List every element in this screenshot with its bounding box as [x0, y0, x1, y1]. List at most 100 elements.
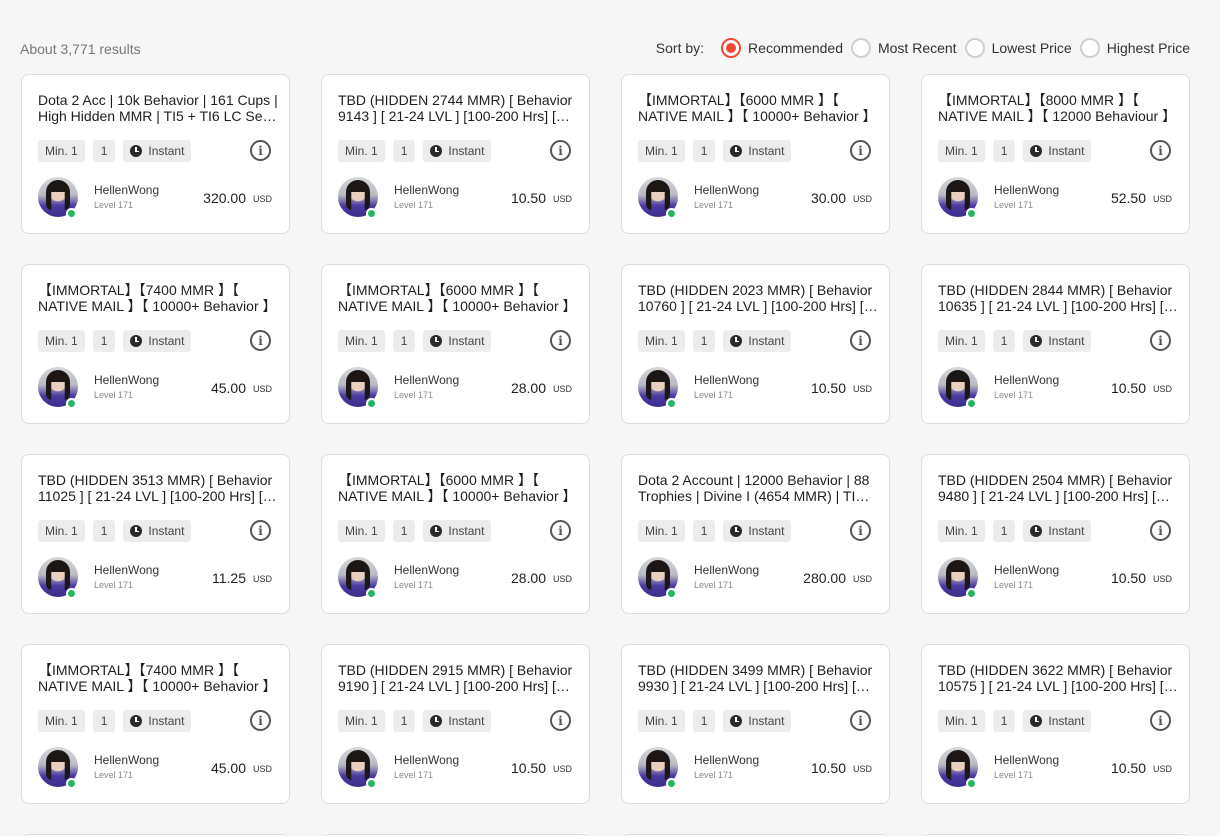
seller-name[interactable]: HellenWong — [394, 373, 459, 387]
sort-option-recommended[interactable]: Recommended — [721, 38, 843, 58]
listing-title[interactable]: 【IMMORTAL】【6000 MMR 】【 NATIVE MAIL 】【 10… — [338, 472, 578, 504]
info-icon[interactable]: i — [1150, 710, 1171, 731]
seller-name[interactable]: HellenWong — [994, 753, 1059, 767]
min-order-badge: Min. 1 — [38, 520, 85, 542]
listing-card[interactable]: TBD (HIDDEN 3513 MMR) [ Behavior 11025 ]… — [21, 454, 290, 614]
seller-level: Level 171 — [994, 770, 1034, 780]
info-icon[interactable]: i — [1150, 140, 1171, 161]
listing-card[interactable]: TBD (HIDDEN 2023 MMR) [ Behavior 10760 ]… — [621, 264, 890, 424]
seller-name[interactable]: HellenWong — [694, 373, 759, 387]
listing-title[interactable]: 【IMMORTAL】【8000 MMR 】【 NATIVE MAIL 】【 12… — [938, 92, 1178, 124]
listing-tags: Min. 1 1 Instant — [338, 330, 499, 352]
seller-name[interactable]: HellenWong — [694, 753, 759, 767]
info-icon[interactable]: i — [850, 710, 871, 731]
seller-name[interactable]: HellenWong — [94, 753, 159, 767]
seller-name[interactable]: HellenWong — [994, 563, 1059, 577]
listing-title[interactable]: TBD (HIDDEN 2915 MMR) [ Behavior 9190 ] … — [338, 662, 578, 694]
listing-title[interactable]: 【IMMORTAL】【6000 MMR 】【 NATIVE MAIL 】【 10… — [638, 92, 878, 124]
online-status-dot — [666, 208, 677, 219]
seller-name[interactable]: HellenWong — [394, 183, 459, 197]
seller-name[interactable]: HellenWong — [694, 183, 759, 197]
info-icon[interactable]: i — [550, 330, 571, 351]
listing-card[interactable]: TBD (HIDDEN 2744 MMR) [ Behavior 9143 ] … — [321, 74, 590, 234]
seller-name[interactable]: HellenWong — [694, 563, 759, 577]
min-order-badge: Min. 1 — [638, 140, 685, 162]
min-order-badge: Min. 1 — [38, 140, 85, 162]
quantity-badge: 1 — [92, 330, 116, 352]
info-icon[interactable]: i — [250, 330, 271, 351]
info-icon[interactable]: i — [850, 330, 871, 351]
seller-name[interactable]: HellenWong — [94, 183, 159, 197]
quantity-badge: 1 — [392, 710, 416, 732]
seller-level: Level 171 — [94, 390, 134, 400]
delivery-label: Instant — [148, 714, 185, 728]
radio-recommended[interactable] — [721, 38, 742, 58]
listing-card[interactable]: 【IMMORTAL】【8000 MMR 】【 NATIVE MAIL 】【 12… — [921, 74, 1190, 234]
seller-name[interactable]: HellenWong — [994, 183, 1059, 197]
delivery-label: Instant — [748, 524, 785, 538]
info-icon[interactable]: i — [850, 520, 871, 541]
listing-card[interactable]: TBD (HIDDEN 2915 MMR) [ Behavior 9190 ] … — [321, 644, 590, 804]
listing-card[interactable]: 【IMMORTAL】【6000 MMR 】【 NATIVE MAIL 】【 10… — [621, 74, 890, 234]
quantity-badge: 1 — [692, 520, 716, 542]
listing-title[interactable]: 【IMMORTAL】【7400 MMR 】【 NATIVE MAIL 】【 10… — [38, 282, 278, 314]
listing-title[interactable]: TBD (HIDDEN 3499 MMR) [ Behavior 9930 ] … — [638, 662, 878, 694]
seller-level: Level 171 — [994, 390, 1034, 400]
seller-level: Level 171 — [694, 580, 734, 590]
info-icon[interactable]: i — [250, 140, 271, 161]
listing-title[interactable]: TBD (HIDDEN 2023 MMR) [ Behavior 10760 ]… — [638, 282, 878, 314]
seller-name[interactable]: HellenWong — [394, 563, 459, 577]
info-icon[interactable]: i — [550, 140, 571, 161]
seller-name[interactable]: HellenWong — [394, 753, 459, 767]
listing-card[interactable]: TBD (HIDDEN 2504 MMR) [ Behavior 9480 ] … — [921, 454, 1190, 614]
sort-option-highest-price[interactable]: Highest Price — [1079, 38, 1190, 58]
listing-card[interactable]: 【IMMORTAL】【6000 MMR 】【 NATIVE MAIL 】【 10… — [321, 454, 590, 614]
seller-name[interactable]: HellenWong — [94, 563, 159, 577]
listing-title[interactable]: TBD (HIDDEN 2744 MMR) [ Behavior 9143 ] … — [338, 92, 578, 124]
listing-card[interactable]: TBD (HIDDEN 3499 MMR) [ Behavior 9930 ] … — [621, 644, 890, 804]
delivery-label: Instant — [748, 714, 785, 728]
listing-title[interactable]: Dota 2 Acc | 10k Behavior | 161 Cups | H… — [38, 92, 278, 124]
seller-name[interactable]: HellenWong — [994, 373, 1059, 387]
listing-title[interactable]: TBD (HIDDEN 2844 MMR) [ Behavior 10635 ]… — [938, 282, 1178, 314]
listing-card[interactable]: Dota 2 Account | 12000 Behavior | 88 Tro… — [621, 454, 890, 614]
listing-card[interactable]: 【IMMORTAL】【7400 MMR 】【 NATIVE MAIL 】【 10… — [21, 264, 290, 424]
listing-title[interactable]: 【IMMORTAL】【6000 MMR 】【 NATIVE MAIL 】【 10… — [338, 282, 578, 314]
listing-title[interactable]: TBD (HIDDEN 3622 MMR) [ Behavior 10575 ]… — [938, 662, 1178, 694]
listing-card[interactable]: TBD (HIDDEN 2844 MMR) [ Behavior 10635 ]… — [921, 264, 1190, 424]
seller-level: Level 171 — [394, 770, 434, 780]
info-icon[interactable]: i — [550, 520, 571, 541]
delivery-label: Instant — [1048, 714, 1085, 728]
seller-name[interactable]: HellenWong — [94, 373, 159, 387]
listing-price: 10.50 — [810, 380, 846, 396]
results-count: About 3,771 results — [20, 41, 141, 57]
listing-title[interactable]: TBD (HIDDEN 2504 MMR) [ Behavior 9480 ] … — [938, 472, 1178, 504]
listing-card[interactable]: Dota 2 Acc | 10k Behavior | 161 Cups | H… — [21, 74, 290, 234]
listing-card[interactable]: 【IMMORTAL】【7400 MMR 】【 NATIVE MAIL 】【 10… — [21, 644, 290, 804]
listing-card[interactable]: 【IMMORTAL】【6000 MMR 】【 NATIVE MAIL 】【 10… — [321, 264, 590, 424]
currency-label: USD — [552, 194, 572, 204]
sort-option-label: Lowest Price — [991, 40, 1072, 56]
delivery-badge: Instant — [1023, 710, 1092, 732]
listing-title[interactable]: TBD (HIDDEN 3513 MMR) [ Behavior 11025 ]… — [38, 472, 278, 504]
online-status-dot — [666, 588, 677, 599]
radio-highest-price[interactable] — [1079, 38, 1100, 58]
info-icon[interactable]: i — [250, 520, 271, 541]
info-icon[interactable]: i — [1150, 520, 1171, 541]
radio-most-recent[interactable] — [850, 38, 871, 58]
info-icon[interactable]: i — [250, 710, 271, 731]
sort-option-most-recent[interactable]: Most Recent — [850, 38, 957, 58]
listing-price: 28.00 — [510, 380, 546, 396]
listing-title[interactable]: 【IMMORTAL】【7400 MMR 】【 NATIVE MAIL 】【 10… — [38, 662, 278, 694]
info-icon[interactable]: i — [550, 710, 571, 731]
online-status-dot — [366, 588, 377, 599]
clock-icon — [1030, 525, 1043, 537]
listing-card[interactable]: TBD (HIDDEN 3622 MMR) [ Behavior 10575 ]… — [921, 644, 1190, 804]
info-icon[interactable]: i — [850, 140, 871, 161]
radio-lowest-price[interactable] — [964, 38, 985, 58]
listing-title[interactable]: Dota 2 Account | 12000 Behavior | 88 Tro… — [638, 472, 878, 504]
sort-option-lowest-price[interactable]: Lowest Price — [964, 38, 1072, 58]
seller-level: Level 171 — [94, 580, 134, 590]
info-icon[interactable]: i — [1150, 330, 1171, 351]
sort-option-label: Highest Price — [1106, 40, 1190, 56]
